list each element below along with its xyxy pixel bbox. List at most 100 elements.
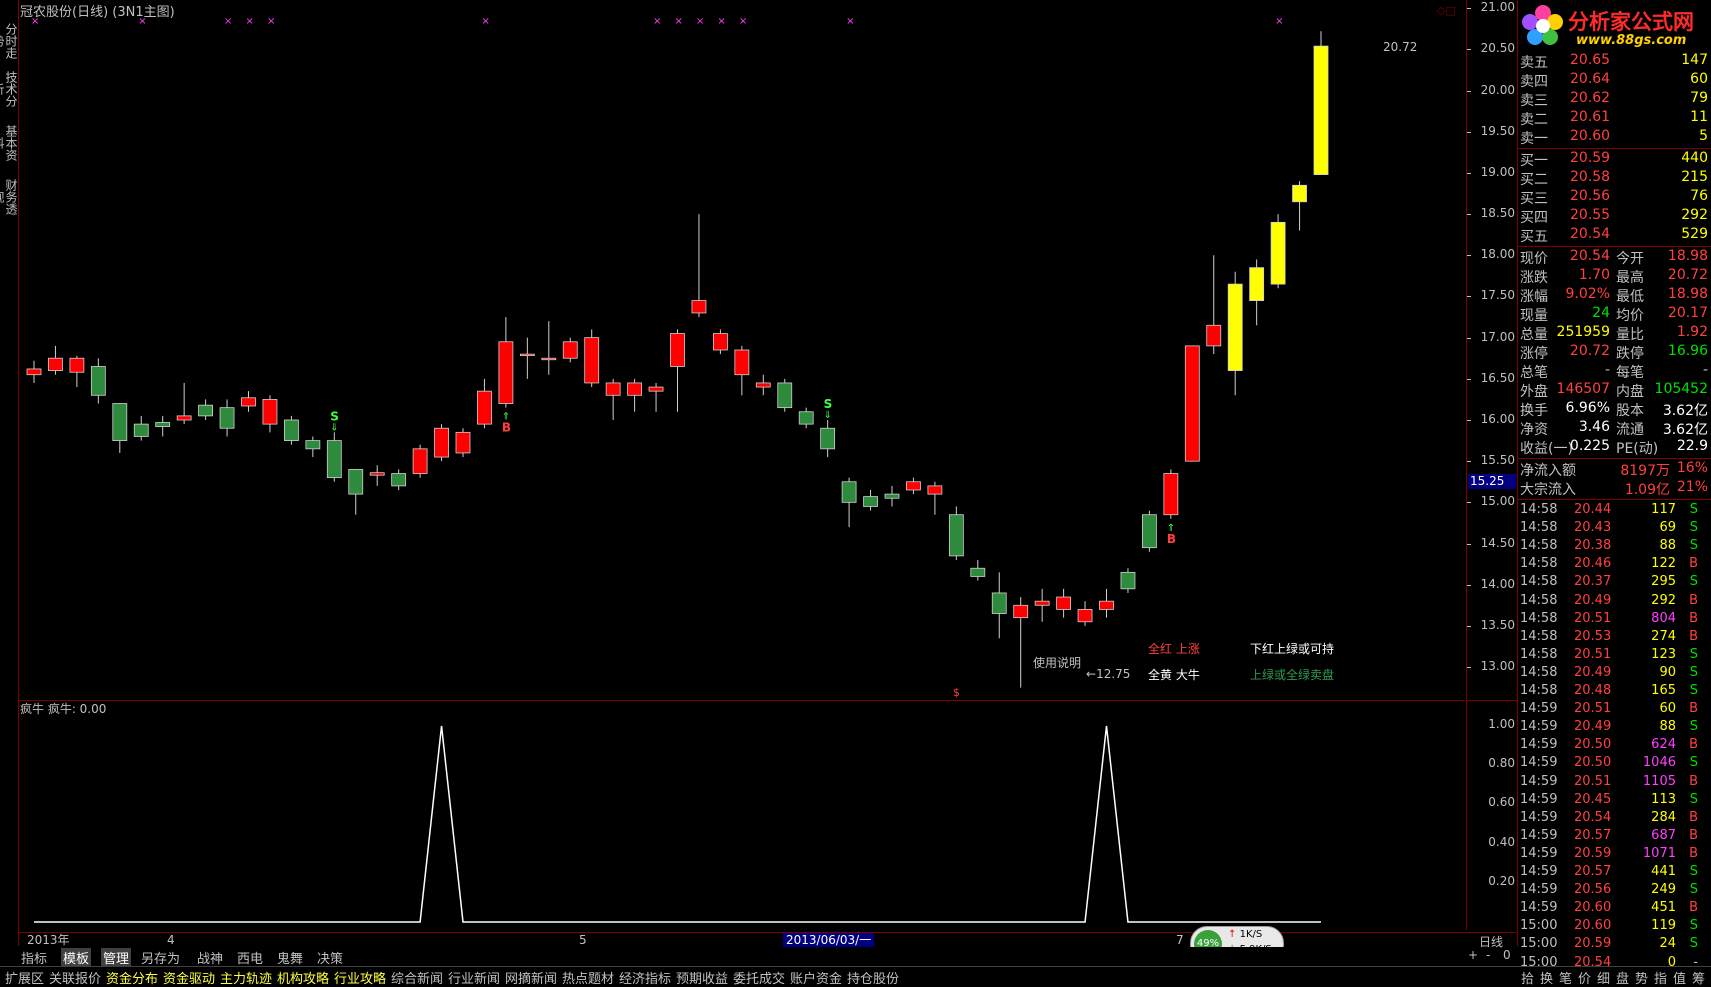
tick-time: 14:58 [1520, 610, 1558, 626]
nav-item-5[interactable]: 机构攻略 [277, 968, 329, 987]
tick-side: S [1689, 520, 1698, 536]
tick-side: - [1693, 954, 1698, 970]
price-tick: 15.00 [1480, 494, 1515, 509]
tick-price: 20.51 [1574, 646, 1612, 662]
stat-value: 20.72 [1667, 267, 1708, 283]
toolbar-item-6[interactable]: 鬼舞 [277, 948, 303, 967]
stat-row: 涨跌 1.70 最高 20.72 [1520, 267, 1710, 286]
flow-pct: 21% [1676, 479, 1708, 495]
tick-volume: 624 [1651, 737, 1676, 753]
candle-body [1184, 345, 1200, 462]
tick-row: 14:58 20.44 117 S [1520, 502, 1710, 519]
sell-arrow-icon: ⇓ [824, 410, 832, 421]
tick-side: B [1689, 900, 1698, 916]
tick-price: 20.59 [1574, 936, 1612, 952]
marker-x: × [653, 16, 661, 27]
candle-body [305, 440, 321, 450]
stat-label: 总量 [1520, 327, 1548, 343]
candle-body [283, 419, 299, 441]
candle [605, 378, 621, 420]
candle-body [605, 382, 621, 396]
tick-row: 14:58 20.43 69 S [1520, 520, 1710, 537]
tick-time: 14:59 [1520, 773, 1558, 789]
price-tick: 16.00 [1480, 412, 1515, 426]
nav-item-11[interactable]: 经济指标 [619, 968, 671, 987]
tick-row: 14:58 20.51 123 S [1520, 647, 1710, 664]
nav-item-6[interactable]: 行业攻略 [334, 968, 386, 987]
candlestick-chart[interactable]: × × × × × × × × × × × × × S ⇓ ⇑ B S ⇓ ⇑ B $ ◇□ [19, 0, 1465, 701]
tick-volume: 441 [1651, 864, 1676, 879]
period-label[interactable]: 日线 [1466, 932, 1516, 949]
nav-item-1[interactable]: 关联报价 [49, 968, 101, 987]
bid-row: 买三 20.56 76 [1520, 188, 1710, 207]
nav-item-12[interactable]: 预期收益 [676, 968, 728, 987]
marker-x: × [717, 16, 725, 27]
indicator-tick: 0.20 [1488, 873, 1515, 888]
side-tab-intraday[interactable]: 分时走势 [0, 18, 18, 64]
toolbar-item-7[interactable]: 决策 [317, 948, 343, 967]
nav-item-10[interactable]: 热点题材 [562, 968, 614, 987]
candle [1099, 588, 1114, 618]
candle [734, 345, 750, 396]
nav-item-8[interactable]: 行业新闻 [448, 968, 500, 987]
candle-body [991, 592, 1007, 614]
stat-value: 20.72 [1569, 343, 1610, 359]
candle [1077, 601, 1093, 626]
side-tab-financials[interactable]: 财务透视 [0, 174, 18, 220]
candle-body [477, 390, 492, 425]
stat-row: 收益(一) 0.225 PE(动) 22.9 [1520, 438, 1710, 457]
nav-item-2[interactable]: 资金分布 [106, 968, 158, 987]
flow-label: 净流入额 [1520, 463, 1576, 479]
candle-body [219, 407, 235, 429]
panel-controls-icon[interactable]: ◇□ [1437, 4, 1456, 17]
nav-item-3[interactable]: 资金驱动 [163, 968, 215, 987]
indicator-panel[interactable] [19, 701, 1465, 931]
nav-item-9[interactable]: 网摘新闻 [505, 968, 557, 987]
candle [1163, 469, 1179, 519]
candlestick-svg[interactable]: × × × × × × × × × × × × ×S⇓⇑BS⇓⇑B$◇□ [19, 0, 1465, 700]
bid-label: 买五 [1520, 229, 1548, 245]
tick-side: S [1689, 683, 1698, 698]
manual-link[interactable]: 使用说明 [1033, 654, 1081, 671]
tick-time: 14:59 [1520, 900, 1558, 916]
tick-volume: 60 [1659, 701, 1676, 717]
nav-item-15[interactable]: 持仓股份 [847, 968, 899, 987]
price-tick-mark [1467, 49, 1471, 51]
nav-item-0[interactable]: 扩展区 [5, 968, 44, 987]
candle [1034, 588, 1050, 622]
stat-value: 18.98 [1667, 248, 1708, 264]
candle [112, 403, 128, 453]
bid-row: 买五 20.54 529 [1520, 226, 1710, 245]
price-tick: 13.00 [1480, 659, 1515, 674]
toolbar-item-1[interactable]: 模板 [61, 948, 92, 967]
stat-row: 现价 20.54 今开 18.98 [1520, 248, 1710, 267]
candle-body [519, 353, 535, 357]
nav-item-7[interactable]: 综合新闻 [391, 968, 443, 987]
side-tab-fundamentals[interactable]: 基本资料 [0, 120, 18, 166]
zoom-out-button[interactable]: - [1486, 948, 1490, 962]
toolbar-item-5[interactable]: 西电 [237, 948, 263, 967]
stat-label: 现量 [1520, 308, 1548, 324]
nav-item-4[interactable]: 主力轨迹 [220, 968, 272, 987]
tick-row: 14:58 20.46 122 B [1520, 556, 1710, 573]
toolbar-item-0[interactable]: 指标 [21, 948, 47, 967]
stat-label: 今开 [1616, 251, 1644, 267]
stat-label: 量比 [1616, 327, 1644, 343]
indicator-tick: 0.60 [1488, 795, 1515, 810]
nav-item-13[interactable]: 委托成交 [733, 968, 785, 987]
ask-row: 卖五 20.65 147 [1520, 52, 1710, 71]
quote-panel: 分析家公式网 www.88gs.com 卖五 20.65 147 卖四 20.64 60 卖… [1517, 0, 1711, 970]
candle-body [841, 481, 857, 503]
divider [1518, 499, 1711, 500]
candle [841, 477, 857, 528]
zoom-reset-button[interactable]: 0 [1503, 948, 1511, 962]
side-tab-technical[interactable]: 技术分析 [0, 66, 18, 112]
tick-row: 14:58 20.51 804 B [1520, 611, 1710, 628]
zoom-in-button[interactable]: + [1468, 948, 1478, 962]
nav-item-14[interactable]: 账户资金 [790, 968, 842, 987]
candle [1270, 214, 1286, 289]
bid-label: 买三 [1520, 191, 1548, 207]
toolbar-item-2[interactable]: 管理 [101, 948, 132, 967]
toolbar-item-4[interactable]: 战神 [197, 948, 223, 967]
toolbar-item-3[interactable]: 另存为 [141, 948, 180, 967]
